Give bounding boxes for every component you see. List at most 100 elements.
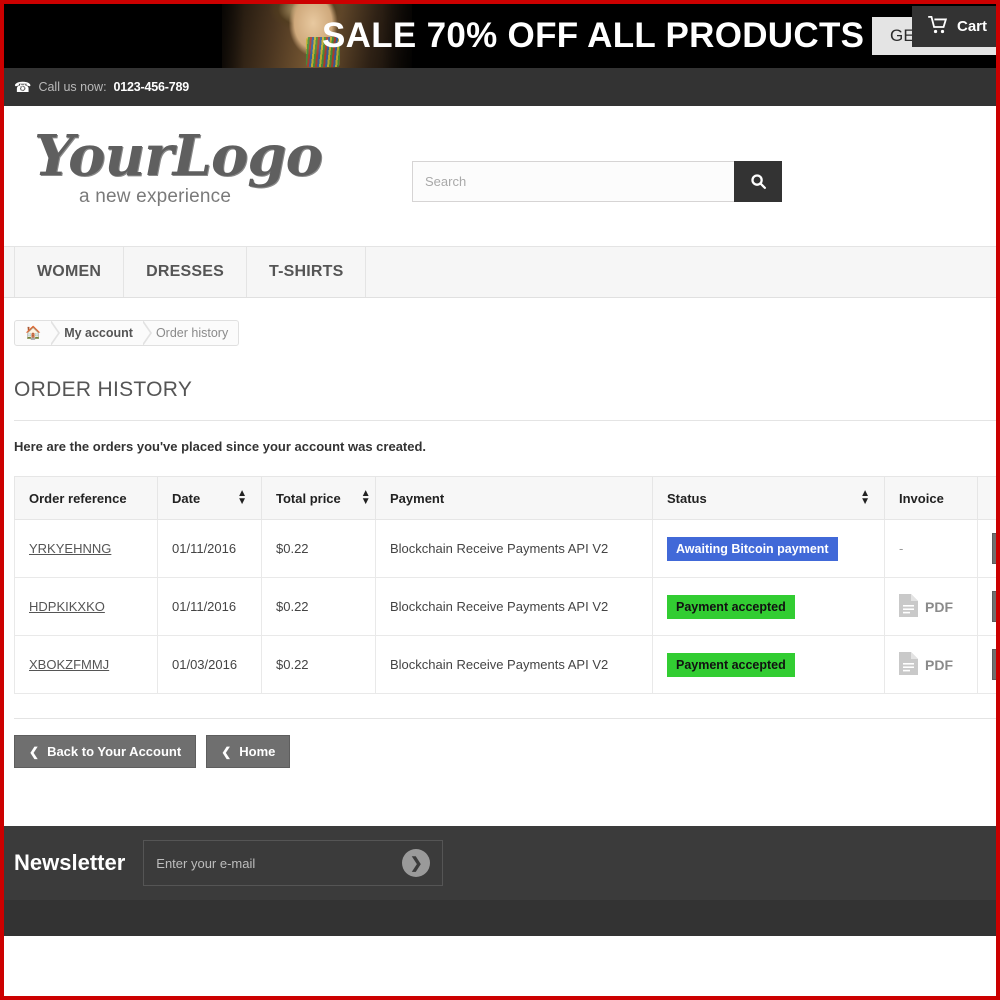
screenshot-frame: SALE 70% OFF ALL PRODUCTS GET SAVINGS NO… xyxy=(0,0,1000,1000)
logo-wordmark: YourLogo xyxy=(34,123,323,189)
chevron-left-icon: ❮ xyxy=(221,744,232,759)
home-button[interactable]: ❮ Home xyxy=(206,735,291,768)
cell-actions: ☰ Details xyxy=(977,635,996,694)
cell-date: 01/11/2016 xyxy=(157,519,262,578)
call-us-label: Call us now: xyxy=(38,80,107,94)
top-bar: ☎ Call us now: 0123-456-789 Contact us xyxy=(4,68,996,106)
home-button-label: Home xyxy=(239,744,276,759)
page-viewport: SALE 70% OFF ALL PRODUCTS GET SAVINGS NO… xyxy=(4,4,996,996)
col-invoice: Invoice xyxy=(884,476,978,520)
cell-invoice: PDF xyxy=(884,577,978,636)
order-reference-link[interactable]: YRKYEHNNG xyxy=(29,541,111,556)
home-icon[interactable]: 🏠 xyxy=(15,321,51,345)
cell-total-price: $0.22 xyxy=(261,635,376,694)
order-history-table: Order reference Date ▲▼ Total price ▲▼ xyxy=(14,476,996,694)
category-nav: WOMEN DRESSES T-SHIRTS xyxy=(4,246,996,298)
phone-number: 0123-456-789 xyxy=(113,80,190,94)
col-total-price[interactable]: Total price ▲ ▼ xyxy=(261,476,376,520)
cell-order-reference: HDPKIKXKO xyxy=(14,577,158,636)
pdf-file-icon xyxy=(899,651,918,678)
footer-bottom-bar xyxy=(4,900,996,936)
breadcrumb-separator-inner xyxy=(49,321,59,345)
bottom-button-row: ❮ Back to Your Account ❮ Home xyxy=(14,735,996,768)
details-button[interactable]: ☰ Details xyxy=(992,649,996,680)
pdf-label: PDF xyxy=(925,598,953,615)
breadcrumb-separator-inner-2 xyxy=(140,321,150,345)
cell-date: 01/03/2016 xyxy=(157,635,262,694)
promo-banner[interactable]: SALE 70% OFF ALL PRODUCTS GET SAVINGS NO… xyxy=(4,4,996,68)
page-title: ORDER HISTORY xyxy=(14,378,193,401)
promo-headline: SALE 70% OFF ALL PRODUCTS xyxy=(322,16,865,55)
sort-icon-date[interactable]: ▲ ▼ xyxy=(237,489,247,507)
col-status-label: Status xyxy=(667,490,707,506)
cell-order-reference: XBOKZFMMJ xyxy=(14,635,158,694)
cell-actions: ☰ Details xyxy=(977,577,996,636)
promo-fade-left xyxy=(204,4,244,68)
newsletter-form[interactable]: ❯ xyxy=(143,840,444,886)
col-order-reference: Order reference xyxy=(14,476,158,520)
chevron-left-icon: ❮ xyxy=(29,744,40,759)
site-logo[interactable]: YourLogo a new experience xyxy=(34,128,334,220)
col-actions xyxy=(977,476,996,520)
table-row: XBOKZFMMJ 01/03/2016 $0.22 Blockchain Re… xyxy=(14,635,996,694)
cell-order-reference: YRKYEHNNG xyxy=(14,519,158,578)
nav-item-dresses[interactable]: DRESSES xyxy=(124,247,247,297)
cell-invoice: PDF xyxy=(884,635,978,694)
footer-white-space xyxy=(4,936,996,996)
details-button[interactable]: ☰ Details xyxy=(992,533,996,564)
invoice-pdf-link[interactable]: PDF xyxy=(899,651,963,678)
intro-text: Here are the orders you've placed since … xyxy=(14,439,427,454)
cell-payment: Blockchain Receive Payments API V2 xyxy=(375,519,653,578)
call-us-block: ☎ Call us now: 0123-456-789 xyxy=(4,80,189,94)
cart-button[interactable]: Cart xyxy=(912,6,996,47)
col-date[interactable]: Date ▲ ▼ xyxy=(157,476,262,520)
search-box[interactable] xyxy=(412,161,782,202)
col-payment-label: Payment xyxy=(390,490,445,506)
cell-total-price: $0.22 xyxy=(261,519,376,578)
breadcrumb-item-my-account[interactable]: My account xyxy=(60,321,143,345)
status-badge: Payment accepted xyxy=(667,594,795,619)
order-reference-link[interactable]: HDPKIKXKO xyxy=(29,599,105,614)
newsletter-submit-button[interactable]: ❯ xyxy=(402,849,431,877)
col-date-label: Date xyxy=(172,490,201,506)
invoice-pdf-link[interactable]: PDF xyxy=(899,593,963,620)
back-to-account-label: Back to Your Account xyxy=(47,744,182,759)
search-icon[interactable] xyxy=(734,161,782,202)
cell-date: 01/11/2016 xyxy=(157,577,262,636)
back-to-account-button[interactable]: ❮ Back to Your Account xyxy=(14,735,197,768)
col-total-price-label: Total price xyxy=(276,490,341,506)
site-header: YourLogo a new experience Search Cart xyxy=(4,6,996,246)
breadcrumb: 🏠 My account Order history xyxy=(14,320,240,346)
cell-status: Awaiting Bitcoin payment xyxy=(652,519,885,578)
cart-label: Cart xyxy=(957,18,988,35)
logo-tagline: a new experience xyxy=(79,186,232,207)
invoice-empty: - xyxy=(899,541,904,556)
cell-total-price: $0.22 xyxy=(261,577,376,636)
status-badge: Awaiting Bitcoin payment xyxy=(667,536,838,561)
phone-icon: ☎ xyxy=(14,79,32,95)
table-header-row: Order reference Date ▲▼ Total price ▲▼ xyxy=(14,476,996,520)
search-input[interactable] xyxy=(412,161,734,202)
cell-invoice: - xyxy=(884,519,978,578)
sort-icon-status[interactable]: ▲ ▼ xyxy=(860,489,870,507)
nav-item-tshirts[interactable]: T-SHIRTS xyxy=(247,247,367,297)
bottom-divider xyxy=(14,718,996,719)
cell-status: Payment accepted xyxy=(652,577,885,636)
pdf-label: PDF xyxy=(925,656,953,673)
newsletter-section: Newsletter ❯ Follow us xyxy=(4,826,996,900)
table-row: YRKYEHNNG 01/11/2016 $0.22 Blockchain Re… xyxy=(14,519,996,578)
sort-icon-total-price[interactable]: ▲ ▼ xyxy=(361,489,371,507)
col-invoice-label: Invoice xyxy=(899,490,944,506)
col-status[interactable]: Status ▲ ▼ xyxy=(652,476,885,520)
pdf-file-icon xyxy=(899,593,918,620)
table-row: HDPKIKXKO 01/11/2016 $0.22 Blockchain Re… xyxy=(14,577,996,636)
details-button[interactable]: ☰ Details xyxy=(992,591,996,622)
order-reference-link[interactable]: XBOKZFMMJ xyxy=(29,657,109,672)
col-order-reference-label: Order reference xyxy=(29,490,127,506)
newsletter-email-input[interactable] xyxy=(144,855,403,871)
cell-actions: ☰ Details xyxy=(977,519,996,578)
cell-payment: Blockchain Receive Payments API V2 xyxy=(375,577,653,636)
newsletter-title: Newsletter xyxy=(14,850,126,875)
nav-item-women[interactable]: WOMEN xyxy=(14,247,125,297)
col-payment: Payment xyxy=(375,476,653,520)
